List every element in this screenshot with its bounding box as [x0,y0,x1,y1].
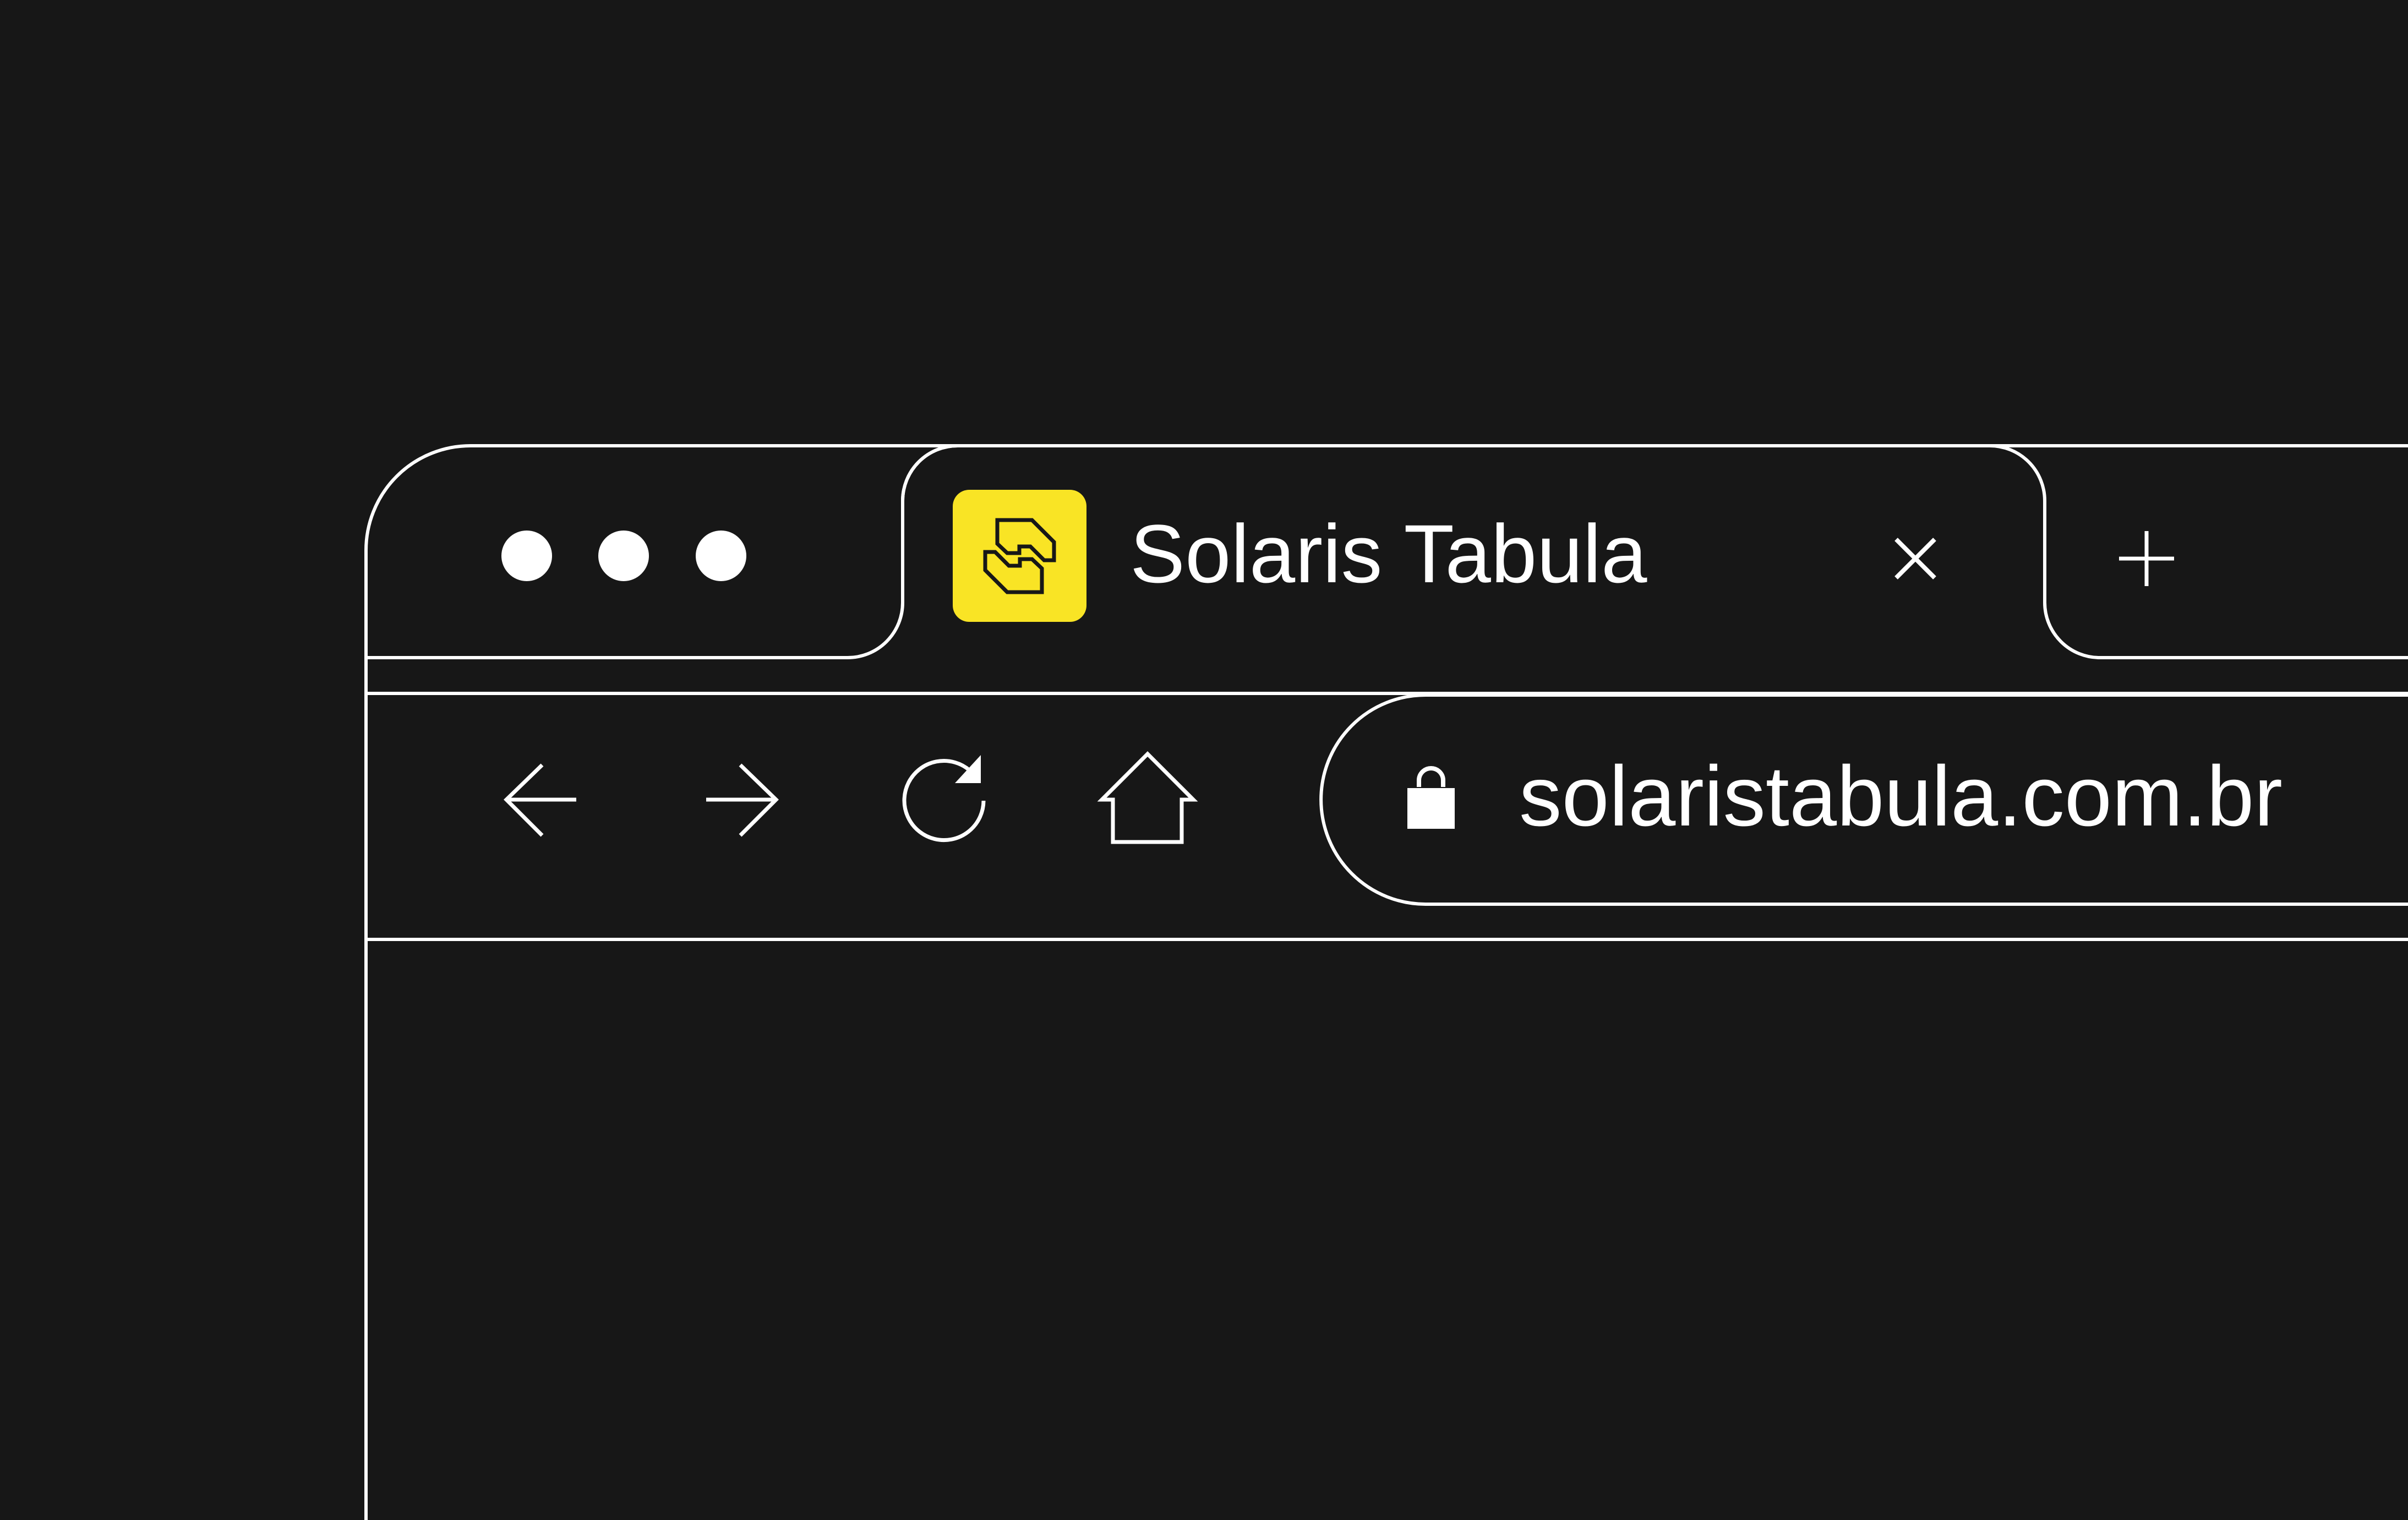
plus-icon[interactable] [2119,528,2174,586]
window-dot-icon[interactable] [598,531,649,581]
window-controls [501,531,746,581]
tab-title: Solaris Tabula [1130,507,1647,600]
window-dot-icon[interactable] [501,531,552,581]
arrow-left-icon[interactable] [501,759,581,839]
window-dot-icon[interactable] [696,531,746,581]
reload-icon[interactable] [897,754,991,848]
browser-window-illustration: Solaris Tabula solaristabula.com.br [0,0,2408,1520]
url-text[interactable]: solaristabula.com.br [1519,748,2283,844]
close-icon[interactable] [1888,534,1936,579]
solaris-tabula-logo-icon [953,490,1086,622]
arrow-right-icon[interactable] [702,759,782,839]
